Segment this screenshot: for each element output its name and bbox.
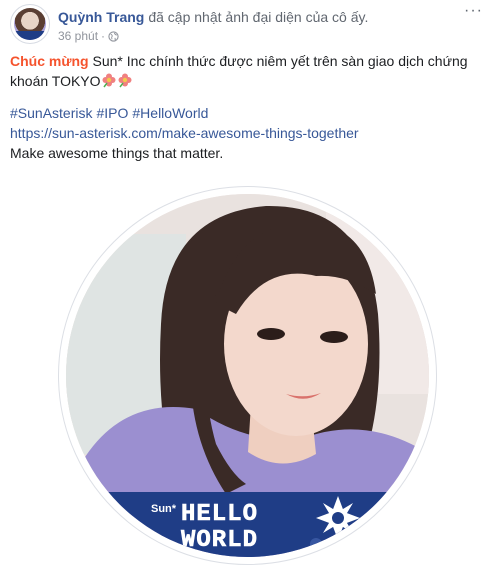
- post-text: Chúc mừng Sun* Inc chính thức được niêm …: [10, 51, 480, 91]
- avatar-photo: [14, 8, 46, 40]
- post-tagline: Make awesome things that matter.: [10, 145, 224, 161]
- post-header: Quỳnh Trang đã cập nhật ảnh đại diện của …: [10, 3, 485, 48]
- flower-emoji: [118, 73, 132, 88]
- globe-icon[interactable]: [108, 30, 119, 42]
- post-body: Chúc mừng Sun* Inc chính thức được niêm …: [10, 51, 480, 163]
- flower-emoji: [102, 73, 116, 88]
- meta-separator: ·: [101, 29, 106, 43]
- more-options-icon[interactable]: ···: [464, 3, 483, 19]
- author-avatar[interactable]: [10, 4, 50, 44]
- author-action: đã cập nhật ảnh đại diện của cô ấy.: [148, 9, 369, 25]
- avatar-frame-band: [14, 31, 46, 40]
- post-time[interactable]: 36 phút: [58, 28, 98, 44]
- hashtag-list: #SunAsterisk #IPO #HelloWorld: [10, 103, 480, 123]
- hashtag-link[interactable]: #HelloWorld: [132, 105, 208, 121]
- congrats-word: Chúc mừng: [10, 53, 89, 69]
- author-line: Quỳnh Trang đã cập nhật ảnh đại diện của …: [58, 8, 368, 26]
- post-link[interactable]: https://sun-asterisk.com/make-awesome-th…: [10, 125, 359, 141]
- profile-photo-image: Sun* HELLO WORLD: [66, 194, 429, 557]
- hashtag-link[interactable]: #IPO: [96, 105, 128, 121]
- profile-photo-illustration: Sun* HELLO WORLD: [66, 194, 429, 557]
- hashtag-link[interactable]: #SunAsterisk: [10, 105, 92, 121]
- frame-line2: WORLD: [181, 527, 258, 554]
- frame-brand: Sun*: [151, 503, 177, 515]
- post-meta: 36 phút ·: [58, 28, 119, 44]
- frame-line1: HELLO: [181, 501, 258, 528]
- profile-photo[interactable]: Sun* HELLO WORLD: [58, 186, 437, 565]
- author-name[interactable]: Quỳnh Trang: [58, 9, 144, 25]
